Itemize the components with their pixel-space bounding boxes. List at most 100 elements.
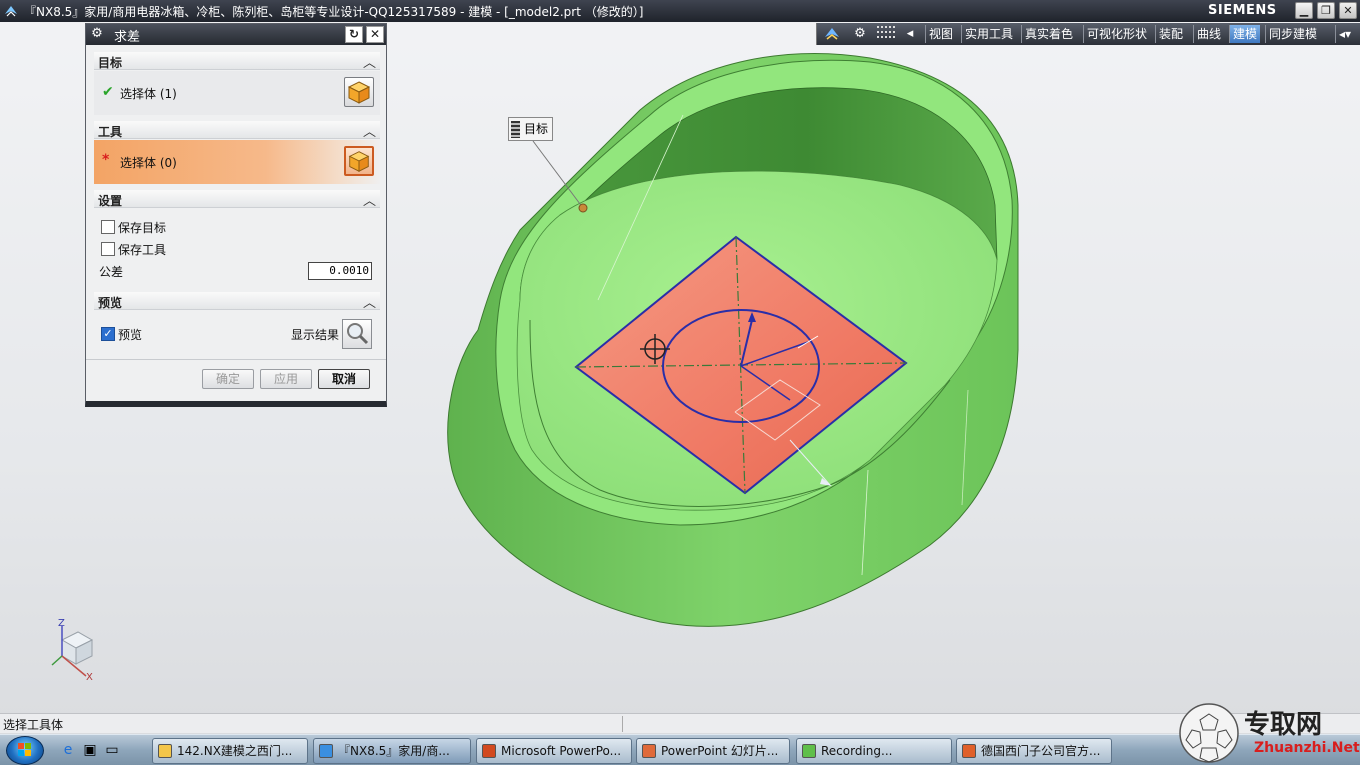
select-target-label: 选择体 (1) bbox=[120, 87, 177, 101]
select-body-button[interactable] bbox=[344, 77, 374, 107]
taskbar-item-nx[interactable]: 『NX8.5』家用/商... bbox=[313, 738, 471, 764]
select-tool-label: 选择体 (0) bbox=[120, 156, 177, 170]
windows-taskbar: e ▣ ▭ 142.NX建模之西门... 『NX8.5』家用/商... Micr… bbox=[0, 734, 1360, 765]
close-button[interactable]: ✕ bbox=[1339, 2, 1357, 19]
section-settings-header[interactable]: 设置 ︿ bbox=[94, 190, 380, 209]
triad-x-label: X bbox=[86, 672, 93, 683]
section-title: 工具 bbox=[98, 125, 123, 139]
keep-tool-checkbox[interactable] bbox=[101, 242, 115, 256]
tab-visual-shape[interactable]: 可视化形状 bbox=[1083, 25, 1150, 43]
taskbar-item-folder[interactable]: 142.NX建模之西门... bbox=[152, 738, 308, 764]
title-bar: 『NX8.5』家用/商用电器冰箱、冷柜、陈列柜、岛柜等专业设计-QQ125317… bbox=[0, 0, 1360, 22]
show-result-label: 显示结果 bbox=[291, 328, 340, 342]
callout-anchor bbox=[578, 203, 588, 213]
taskbar-item-label: 『NX8.5』家用/商... bbox=[338, 744, 450, 758]
ok-button[interactable]: 确定 bbox=[202, 369, 254, 389]
powerpoint-icon bbox=[482, 744, 496, 758]
dialog-title: 求差 bbox=[114, 30, 141, 45]
select-target-body-row[interactable]: ✔ 选择体 (1) bbox=[94, 71, 380, 115]
recording-icon bbox=[802, 744, 816, 758]
check-icon: ✔ bbox=[102, 84, 114, 100]
siemens-brand: SIEMENS bbox=[1208, 3, 1277, 18]
section-preview-header[interactable]: 预览 ︿ bbox=[94, 292, 380, 311]
status-message: 选择工具体 bbox=[3, 718, 64, 732]
watermark-logo: 专取网 Zhuanzhi.Net bbox=[1178, 700, 1360, 765]
magnifier-icon bbox=[347, 323, 369, 345]
taskbar-item-slideshow[interactable]: PowerPoint 幻灯片... bbox=[636, 738, 790, 764]
cube-icon bbox=[348, 151, 370, 172]
gear-icon[interactable]: ⚙ bbox=[89, 26, 105, 42]
folder-icon bbox=[158, 744, 172, 758]
drag-handle-icon[interactable] bbox=[511, 121, 520, 138]
tab-utilities[interactable]: 实用工具 bbox=[961, 25, 1016, 43]
reset-icon[interactable]: ↻ bbox=[345, 26, 363, 43]
select-tool-body-row[interactable]: * 选择体 (0) bbox=[94, 140, 380, 184]
tolerance-label: 公差 bbox=[99, 265, 124, 279]
divider bbox=[86, 359, 386, 360]
chevron-left-icon[interactable]: ◂ bbox=[903, 25, 917, 43]
watermark-cn: 专取网 bbox=[1244, 710, 1323, 740]
callout-label: 目标 bbox=[524, 122, 549, 136]
tab-view[interactable]: 视图 bbox=[925, 25, 956, 43]
cancel-button[interactable]: 取消 bbox=[318, 369, 370, 389]
soccer-ball-icon bbox=[1179, 703, 1239, 763]
tolerance-input[interactable]: 0.0010 bbox=[308, 262, 372, 280]
close-icon[interactable]: ✕ bbox=[366, 26, 384, 43]
taskbar-item-label: Microsoft PowerPo... bbox=[501, 744, 622, 758]
taskbar-item-powerpoint[interactable]: Microsoft PowerPo... bbox=[476, 738, 632, 764]
ribbon-toolbar: ⚙ ◂ 视图 实用工具 真实着色 可视化形状 装配 曲线 建模 同步建模 ◂▾ bbox=[816, 23, 1360, 45]
taskbar-item-recording[interactable]: Recording... bbox=[796, 738, 952, 764]
nx-logo-icon[interactable] bbox=[821, 25, 843, 43]
keep-tool-label: 保存工具 bbox=[118, 243, 167, 257]
keep-target-label: 保存目标 bbox=[118, 221, 167, 235]
window-title: 『NX8.5』家用/商用电器冰箱、冷柜、陈列柜、岛柜等专业设计-QQ125317… bbox=[24, 5, 644, 19]
view-triad[interactable] bbox=[51, 626, 94, 677]
slideshow-icon bbox=[642, 744, 656, 758]
tab-assembly[interactable]: 装配 bbox=[1155, 25, 1186, 43]
minimize-button[interactable]: ▁ bbox=[1295, 2, 1313, 19]
taskbar-item-label: Recording... bbox=[821, 744, 893, 758]
start-button[interactable] bbox=[6, 736, 44, 765]
nx-app-icon bbox=[319, 744, 333, 758]
chevron-up-icon[interactable]: ︿ bbox=[363, 121, 376, 140]
taskbar-item-label: 142.NX建模之西门... bbox=[177, 744, 293, 758]
ie-icon[interactable]: e bbox=[60, 742, 76, 758]
subtract-dialog: ⚙ 求差 ↻ ✕ 目标 ︿ ✔ 选择体 (1) 工具 ︿ * 选择体 (0) 设… bbox=[85, 23, 387, 407]
computer-icon[interactable]: ▭ bbox=[104, 742, 120, 758]
watermark-url: Zhuanzhi.Net bbox=[1254, 740, 1360, 756]
section-title: 设置 bbox=[98, 194, 123, 208]
section-target-header[interactable]: 目标 ︿ bbox=[94, 52, 380, 71]
camera-icon bbox=[962, 744, 976, 758]
toolbar-more-button[interactable]: ◂▾ bbox=[1335, 25, 1354, 43]
tab-sync-modeling[interactable]: 同步建模 bbox=[1265, 25, 1320, 43]
apply-button[interactable]: 应用 bbox=[260, 369, 312, 389]
dialog-header[interactable]: ⚙ 求差 ↻ ✕ bbox=[86, 24, 386, 45]
keep-target-checkbox[interactable] bbox=[101, 220, 115, 234]
status-bar: 选择工具体 bbox=[0, 713, 1360, 733]
preview-checkbox[interactable]: ✓ bbox=[101, 327, 115, 341]
section-tool-header[interactable]: 工具 ︿ bbox=[94, 121, 380, 140]
maximize-button[interactable]: ❐ bbox=[1317, 2, 1335, 19]
chevron-up-icon[interactable]: ︿ bbox=[363, 52, 376, 71]
taskbar-item-label: PowerPoint 幻灯片... bbox=[661, 744, 779, 758]
grid-icon[interactable] bbox=[875, 25, 897, 43]
select-body-button[interactable] bbox=[344, 146, 374, 176]
section-title: 预览 bbox=[98, 296, 123, 310]
tab-modeling[interactable]: 建模 bbox=[1229, 25, 1261, 43]
show-desktop-icon[interactable]: ▣ bbox=[82, 742, 98, 758]
triad-z-label: Z bbox=[58, 618, 65, 629]
tab-curve[interactable]: 曲线 bbox=[1193, 25, 1224, 43]
taskbar-item-label: 德国西门子公司官方... bbox=[981, 744, 1101, 758]
chevron-up-icon[interactable]: ︿ bbox=[363, 190, 376, 209]
preview-label: 预览 bbox=[118, 328, 143, 342]
required-asterisk-icon: * bbox=[102, 152, 110, 168]
target-callout[interactable]: 目标 bbox=[508, 117, 553, 141]
status-divider bbox=[622, 716, 623, 732]
tab-true-shading[interactable]: 真实着色 bbox=[1021, 25, 1076, 43]
taskbar-item-browser[interactable]: 德国西门子公司官方... bbox=[956, 738, 1112, 764]
windows-logo-icon bbox=[18, 743, 31, 756]
chevron-up-icon[interactable]: ︿ bbox=[363, 292, 376, 311]
cube-icon bbox=[347, 81, 371, 104]
show-result-button[interactable] bbox=[342, 319, 372, 349]
gear-icon[interactable]: ⚙ bbox=[849, 25, 871, 43]
